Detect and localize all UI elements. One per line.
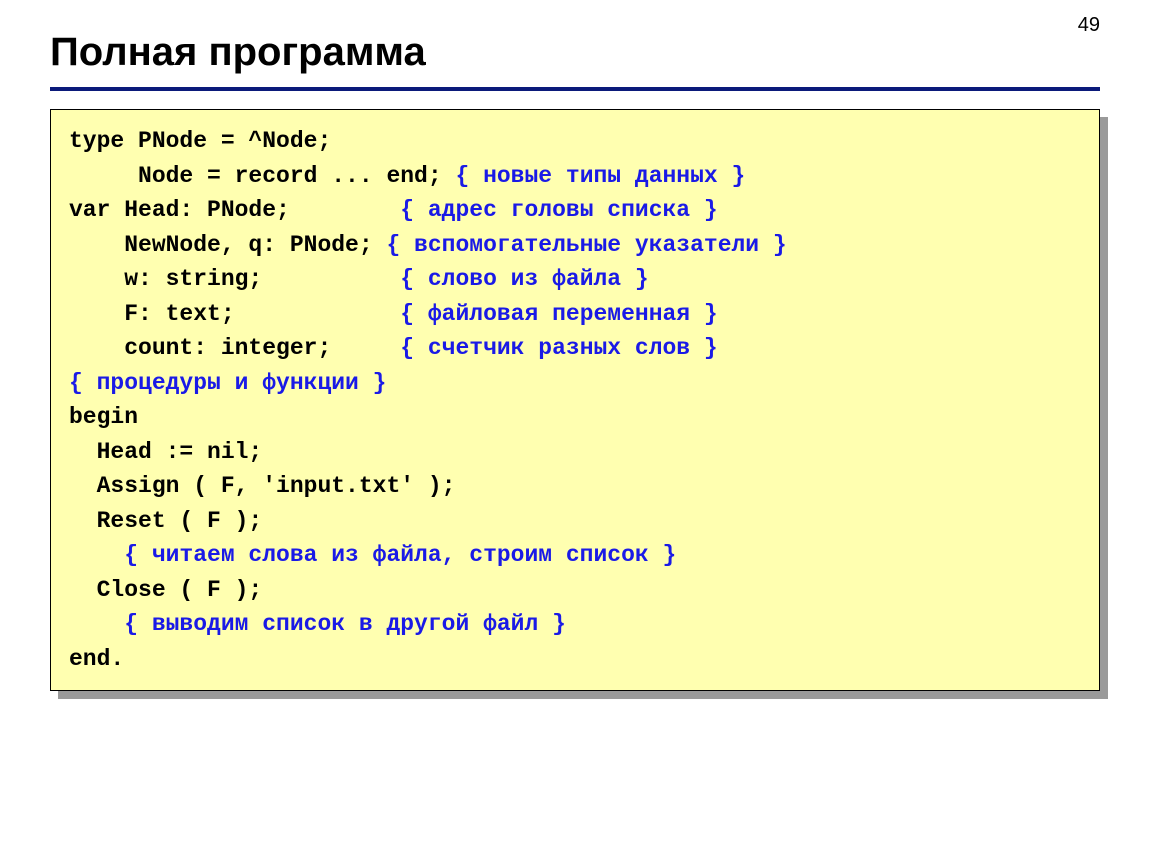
code-line: type PNode = ^Node; [69,128,331,154]
code-line: end. [69,646,124,672]
code-block-container: type PNode = ^Node; Node = record ... en… [50,109,1100,691]
code-line: Reset ( F ); [69,508,262,534]
code-line: Close ( F ); [69,577,262,603]
code-comment: { файловая переменная } [400,301,717,327]
code-line: F: text; [69,301,400,327]
code-comment: { счетчик разных слов } [400,335,717,361]
title-rule [50,87,1100,91]
code-comment: { адрес головы списка } [400,197,717,223]
code-comment: { процедуры и функции } [69,370,386,396]
page-number: 49 [1078,14,1100,37]
code-line: Node = record ... end; [69,163,455,189]
code-line: w: string; [69,266,400,292]
slide-title: Полная программа [50,30,1100,75]
code-comment: { слово из файла } [400,266,648,292]
code-line: NewNode, q: PNode; [69,232,386,258]
code-comment: { вспомогательные указатели } [386,232,786,258]
code-comment: { читаем слова из файла, строим список } [69,542,676,568]
code-comment: { выводим список в другой файл } [69,611,566,637]
code-line: count: integer; [69,335,400,361]
code-line: Head := nil; [69,439,262,465]
code-comment: { новые типы данных } [455,163,745,189]
code-line: begin [69,404,138,430]
code-line: Assign ( F, 'input.txt' ); [69,473,455,499]
code-line: var Head: PNode; [69,197,400,223]
code-block: type PNode = ^Node; Node = record ... en… [50,109,1100,691]
